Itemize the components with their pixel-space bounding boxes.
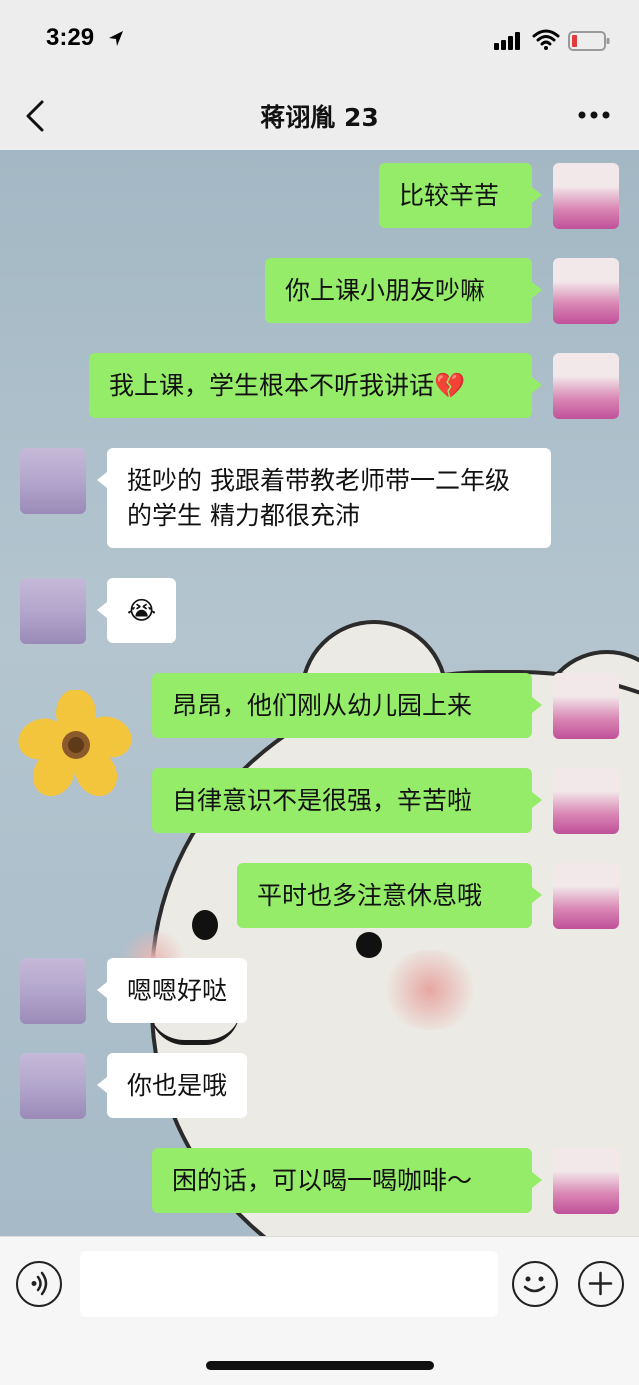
contact-message-bubble[interactable]: 😭 [96,578,177,643]
contact-avatar[interactable] [20,1053,86,1119]
wallpaper-bear-eye [192,910,218,940]
chat-title: 蒋诩胤 23 [260,103,379,132]
my-avatar[interactable] [553,768,619,834]
my-message-bubble[interactable]: 平时也多注意休息哦 [237,863,542,928]
input-bar [0,1236,639,1385]
my-avatar[interactable] [553,353,619,419]
my-message-bubble[interactable]: 比较辛苦 [379,163,542,228]
more-functions-button[interactable] [578,1261,624,1307]
message-input[interactable] [80,1251,498,1317]
status-bar: 3:29 [0,0,639,82]
contact-message-bubble[interactable]: 你也是哦 [96,1053,248,1118]
contact-avatar[interactable] [20,958,86,1024]
more-button[interactable] [574,100,614,130]
wallpaper-bear-cheek [380,950,480,1030]
location-arrow-icon [109,31,123,46]
battery-low-icon [568,31,610,51]
my-message-bubble[interactable]: 昂昂，他们刚从幼儿园上来 [152,673,542,738]
my-avatar[interactable] [553,673,619,739]
cellular-signal-icon [494,32,520,50]
my-avatar[interactable] [553,258,619,324]
my-message-bubble[interactable]: 你上课小朋友吵嘛 [265,258,542,323]
my-avatar[interactable] [553,163,619,229]
chat-background[interactable]: 比较辛苦 你上课小朋友吵嘛 我上课，学生根本不听我讲话💔 挺吵的 我跟着带教老师… [0,150,639,1236]
wifi-icon [532,29,560,50]
flower-icon [18,690,132,797]
plus-icon [588,1271,613,1296]
my-message-bubble[interactable]: 我上课，学生根本不听我讲话💔 [89,353,542,418]
contact-message-bubble[interactable]: 挺吵的 我跟着带教老师带一二年级的学生 精力都很充沛 [97,448,551,548]
contact-avatar[interactable] [20,578,86,644]
home-indicator[interactable] [206,1361,434,1370]
contact-message-bubble[interactable]: 嗯嗯好哒 [96,958,248,1023]
contact-avatar[interactable] [20,448,86,514]
voice-icon [31,1271,48,1296]
my-avatar[interactable] [553,1148,619,1214]
emoji-icon [523,1276,546,1293]
my-message-bubble[interactable]: 困的话，可以喝一喝咖啡～ [152,1148,542,1213]
status-time: 3:29 [46,24,95,51]
ellipsis-icon [578,111,610,119]
my-avatar[interactable] [553,863,619,929]
wallpaper-bear-eye [356,932,382,958]
my-message-bubble[interactable]: 自律意识不是很强，辛苦啦 [152,768,542,833]
emoji-button[interactable] [512,1261,558,1307]
chat-header: 蒋诩胤 23 [0,82,639,150]
voice-button[interactable] [16,1261,62,1307]
